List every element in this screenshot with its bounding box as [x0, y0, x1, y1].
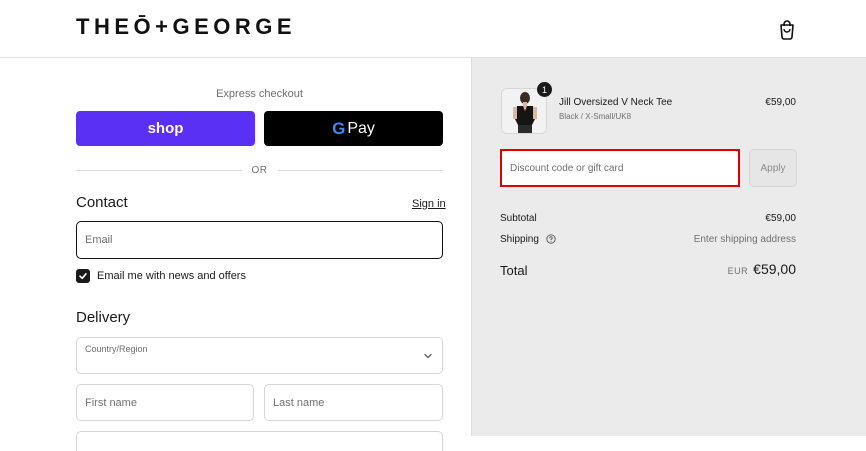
country-region-select[interactable]: Country/Region	[76, 337, 443, 374]
first-name-input[interactable]	[76, 384, 254, 421]
last-name-input[interactable]	[264, 384, 443, 421]
shop-pay-button[interactable]: shop	[76, 111, 255, 146]
checkmark-icon	[79, 273, 87, 280]
country-region-label: Country/Region	[85, 344, 148, 354]
apply-label: Apply	[760, 162, 786, 174]
product-price: €59,00	[765, 97, 796, 108]
quantity-badge: 1	[537, 82, 552, 97]
google-g-icon: G	[332, 118, 346, 138]
email-input[interactable]	[76, 221, 443, 259]
shipping-label: Shipping	[500, 234, 539, 245]
subtotal-value: €59,00	[765, 213, 796, 224]
shipping-label-row: Shipping	[500, 234, 556, 245]
google-pay-label: Pay	[347, 119, 375, 137]
subtotal-label: Subtotal	[500, 213, 537, 224]
shop-pay-label: shop	[147, 120, 184, 137]
divider-line-right	[277, 169, 443, 171]
cart-bag-icon[interactable]	[777, 18, 797, 40]
delivery-heading: Delivery	[76, 309, 131, 326]
or-text: OR	[251, 164, 268, 176]
total-amount: €59,00	[753, 261, 796, 277]
shipping-value: Enter shipping address	[693, 234, 796, 245]
google-pay-button[interactable]: G Pay	[264, 111, 443, 146]
address-input-partial[interactable]	[76, 431, 443, 451]
header: THEŌ+GEORGE	[0, 0, 866, 58]
product-variant: Black / X-Small/UK8	[559, 112, 632, 121]
or-divider: OR	[76, 163, 443, 177]
total-currency: EUR	[727, 266, 749, 276]
checkout-form: Express checkout shop G Pay OR Contact S…	[0, 58, 471, 451]
divider-line-left	[76, 169, 242, 171]
sign-in-link[interactable]: Sign in	[412, 198, 446, 210]
express-checkout-label: Express checkout	[216, 88, 303, 100]
contact-heading: Contact	[76, 194, 128, 211]
newsletter-label: Email me with news and offers	[97, 270, 246, 282]
help-circle-icon[interactable]	[546, 234, 556, 245]
apply-discount-button[interactable]: Apply	[749, 149, 797, 187]
brand-logo[interactable]: THEŌ+GEORGE	[76, 14, 296, 40]
order-summary: 1 Jill Oversized V Neck Tee Black / X-Sm…	[471, 58, 866, 436]
chevron-down-icon	[424, 353, 432, 359]
total-label: Total	[500, 263, 528, 278]
discount-code-input[interactable]	[500, 149, 740, 187]
newsletter-checkbox[interactable]	[76, 269, 90, 283]
product-name: Jill Oversized V Neck Tee	[559, 97, 673, 108]
total-value-row: EUR €59,00	[728, 261, 796, 277]
